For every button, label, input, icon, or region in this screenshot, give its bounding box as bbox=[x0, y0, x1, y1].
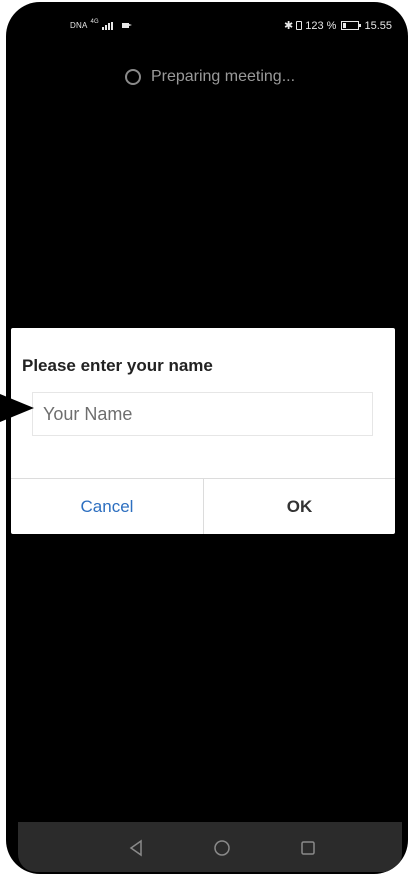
back-button[interactable] bbox=[121, 837, 151, 859]
carrier-label: DNA bbox=[70, 21, 88, 30]
vibrate-icon bbox=[296, 21, 303, 30]
pointer-arrow-icon bbox=[0, 394, 34, 422]
name-dialog: Please enter your name Cancel OK bbox=[11, 328, 395, 534]
home-circle-icon bbox=[214, 840, 230, 856]
bluetooth-icon: ✱ bbox=[284, 20, 294, 32]
screenshot-frame: DNA 4G ✱ 123 % 15.55 Preparing meeting..… bbox=[0, 0, 412, 876]
cancel-button[interactable]: Cancel bbox=[11, 479, 203, 534]
status-right: ✱ 123 % 15.55 bbox=[284, 19, 392, 33]
loading-indicator: Preparing meeting... bbox=[18, 68, 402, 86]
spinner-icon bbox=[124, 69, 141, 85]
recents-square-icon bbox=[301, 841, 315, 855]
network-label: 4G bbox=[90, 18, 99, 25]
video-camera-icon bbox=[121, 23, 132, 28]
back-triangle-icon bbox=[129, 839, 142, 857]
clock: 15.55 bbox=[364, 19, 392, 32]
loading-text: Preparing meeting... bbox=[150, 68, 296, 85]
signal-icon bbox=[101, 21, 113, 30]
dialog-title: Please enter your name bbox=[22, 356, 213, 375]
home-button[interactable] bbox=[207, 837, 237, 859]
recents-button[interactable] bbox=[293, 837, 323, 859]
battery-fill bbox=[343, 23, 347, 28]
battery-percent: 123 % bbox=[305, 19, 337, 32]
name-input[interactable] bbox=[32, 392, 373, 436]
battery-icon bbox=[341, 21, 362, 30]
status-left: DNA 4G bbox=[70, 18, 132, 30]
status-bar: DNA 4G ✱ 123 % 15.55 bbox=[18, 12, 402, 42]
ok-button[interactable]: OK bbox=[204, 479, 395, 534]
navigation-bar bbox=[18, 822, 402, 872]
